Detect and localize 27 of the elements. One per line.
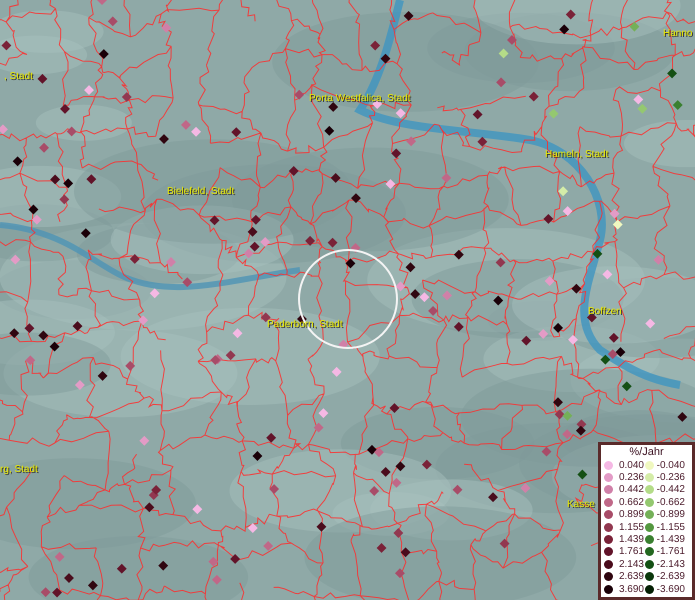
legend-label: -0.236 xyxy=(656,472,685,484)
legend-label: 0.442 xyxy=(618,484,644,496)
legend-label: 2.143 xyxy=(618,558,644,570)
legend-label: -2.639 xyxy=(656,571,685,582)
legend-label: -1.155 xyxy=(656,522,685,533)
place-label: rg, Stadt xyxy=(0,464,38,476)
legend-label: 1.155 xyxy=(618,522,644,533)
legend-title: %/Jahr xyxy=(629,446,664,459)
legend-label: -1.439 xyxy=(656,534,685,546)
place-label: Bielefeld, Stadt xyxy=(167,186,234,198)
legend-label: 1.761 xyxy=(618,546,644,558)
legend-label: 0.040 xyxy=(618,460,644,471)
legend-label: -2.143 xyxy=(656,558,685,570)
legend-label: 0.899 xyxy=(618,509,644,520)
legend-label: -0.442 xyxy=(656,484,685,496)
legend-label: 0.662 xyxy=(618,496,644,508)
legend-label: 3.690 xyxy=(618,584,644,595)
legend-label: 2.639 xyxy=(618,571,644,582)
legend-label: -0.899 xyxy=(656,509,685,520)
legend-label: -0.662 xyxy=(656,496,685,508)
place-label: Boffzen xyxy=(588,306,622,318)
place-label: , Stadt xyxy=(4,71,33,83)
legend-label: -3.690 xyxy=(656,584,685,595)
legend-label: -0.040 xyxy=(656,460,685,471)
legend-label: 0.236 xyxy=(618,472,644,484)
legend-label: 1.439 xyxy=(618,534,644,546)
legend-label: -1.761 xyxy=(656,546,685,558)
